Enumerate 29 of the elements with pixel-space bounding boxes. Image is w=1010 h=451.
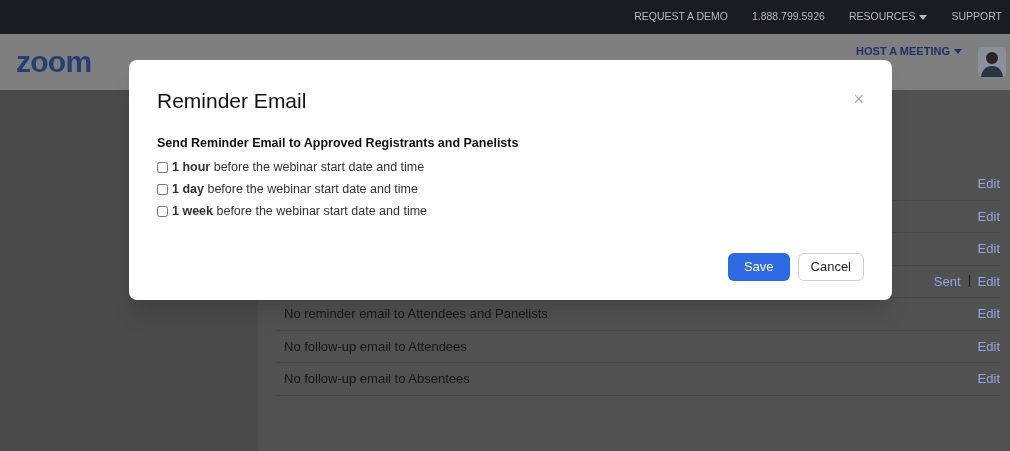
logo[interactable]: zoom [16,47,92,77]
status-text: Sent [933,272,961,291]
edit-link[interactable]: Edit [977,174,1000,194]
edit-link[interactable]: Edit [977,369,1000,389]
top-link[interactable]: 1.888.799.5926 [751,9,825,25]
close-button[interactable]: × [853,90,864,108]
save-button[interactable]: Save [727,253,790,281]
dialog-title: Reminder Email [157,88,307,114]
option-label: 1 hour before the webinar start date and time [172,158,425,176]
checkbox[interactable] [157,161,168,173]
checkbox[interactable] [157,183,168,195]
checkbox[interactable] [157,205,168,217]
section-heading: Send Reminder Email to Approved Registrants and Panelists [157,135,520,153]
row-text: No follow-up email to Attendees [284,337,467,356]
option-label: 1 day before the webinar start date and time [172,180,418,198]
nav-link[interactable]: HOST A MEETING [856,45,962,58]
row-text: No follow-up email to Absentees [284,370,470,388]
edit-link[interactable]: Edit [977,239,1000,259]
cancel-button[interactable]: Cancel [797,253,864,281]
avatar-icon[interactable] [978,47,1006,77]
edit-link[interactable]: Edit [977,336,1000,356]
top-link[interactable]: SUPPORT [951,9,1002,25]
top-link[interactable]: REQUEST A DEMO [634,9,728,25]
edit-link[interactable]: Edit [977,206,1000,226]
top-link[interactable]: RESOURCES [848,9,928,25]
row-text: No reminder email to Attendees and Panelists [284,305,548,323]
option-label: 1 week before the webinar start date and time [172,202,428,220]
edit-link[interactable]: Edit [977,304,1000,324]
edit-link[interactable]: Edit [977,271,1000,291]
